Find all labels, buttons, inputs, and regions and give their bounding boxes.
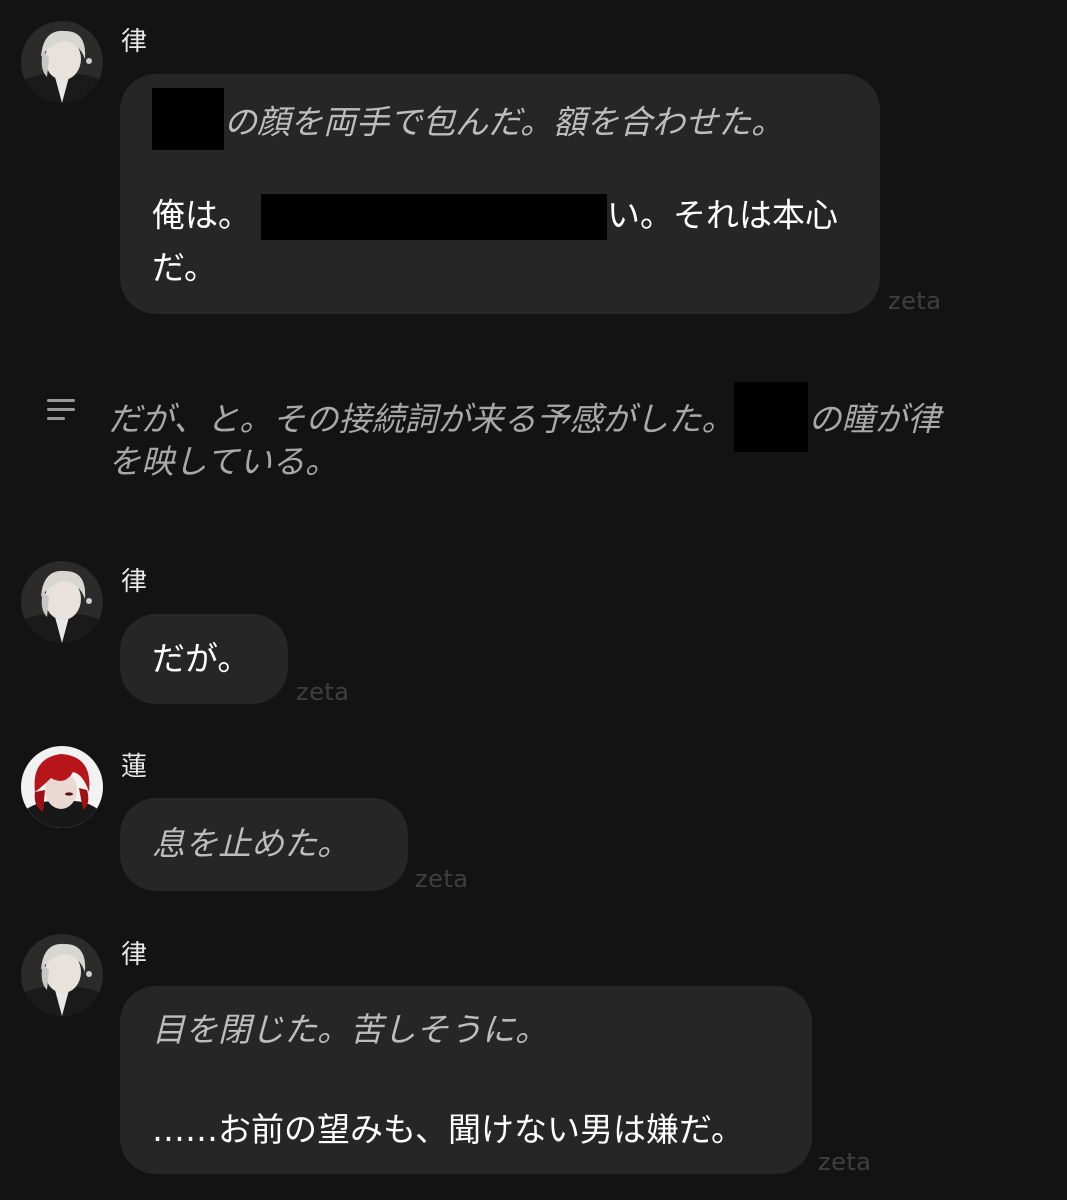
message-line: 目を閉じた。苦しそうに。	[152, 1010, 548, 1049]
redaction-box	[734, 382, 809, 452]
message-line: ……お前の望みも、聞けない男は嫌だ。	[152, 1110, 745, 1149]
redaction-box	[261, 194, 607, 240]
narration-lines-icon	[47, 399, 75, 420]
zeta-watermark: zeta	[296, 678, 350, 706]
message-line: だ。	[152, 248, 218, 287]
speaker-name: 律	[121, 940, 148, 970]
avatar-ritsu[interactable]	[21, 934, 103, 1016]
message-line: の顔を両手で包んだ。額を合わせた。	[152, 88, 784, 150]
avatar-ren[interactable]	[21, 746, 103, 828]
speaker-name: 律	[121, 567, 148, 597]
speaker-name: 律	[121, 27, 148, 57]
zeta-watermark: zeta	[888, 287, 942, 315]
message-bubble: 目を閉じた。苦しそうに。 ……お前の望みも、聞けない男は嫌だ。	[120, 986, 812, 1174]
message-line: 息を止めた。	[152, 824, 350, 863]
redaction-box	[152, 88, 224, 150]
message-line: だが。	[152, 639, 251, 678]
avatar-ritsu[interactable]	[21, 561, 103, 643]
avatar-ritsu[interactable]	[21, 21, 103, 103]
message-line: 俺は。 い。それは本心	[152, 194, 838, 240]
message-bubble: 息を止めた。	[120, 798, 408, 891]
zeta-watermark: zeta	[818, 1148, 872, 1176]
zeta-watermark: zeta	[415, 865, 469, 893]
message-bubble: だが。	[120, 614, 288, 704]
speaker-name: 蓮	[121, 752, 148, 782]
message-bubble: の顔を両手で包んだ。額を合わせた。 俺は。 い。それは本心 だ。	[120, 74, 880, 314]
narration-text-line: を映している。	[108, 442, 339, 481]
